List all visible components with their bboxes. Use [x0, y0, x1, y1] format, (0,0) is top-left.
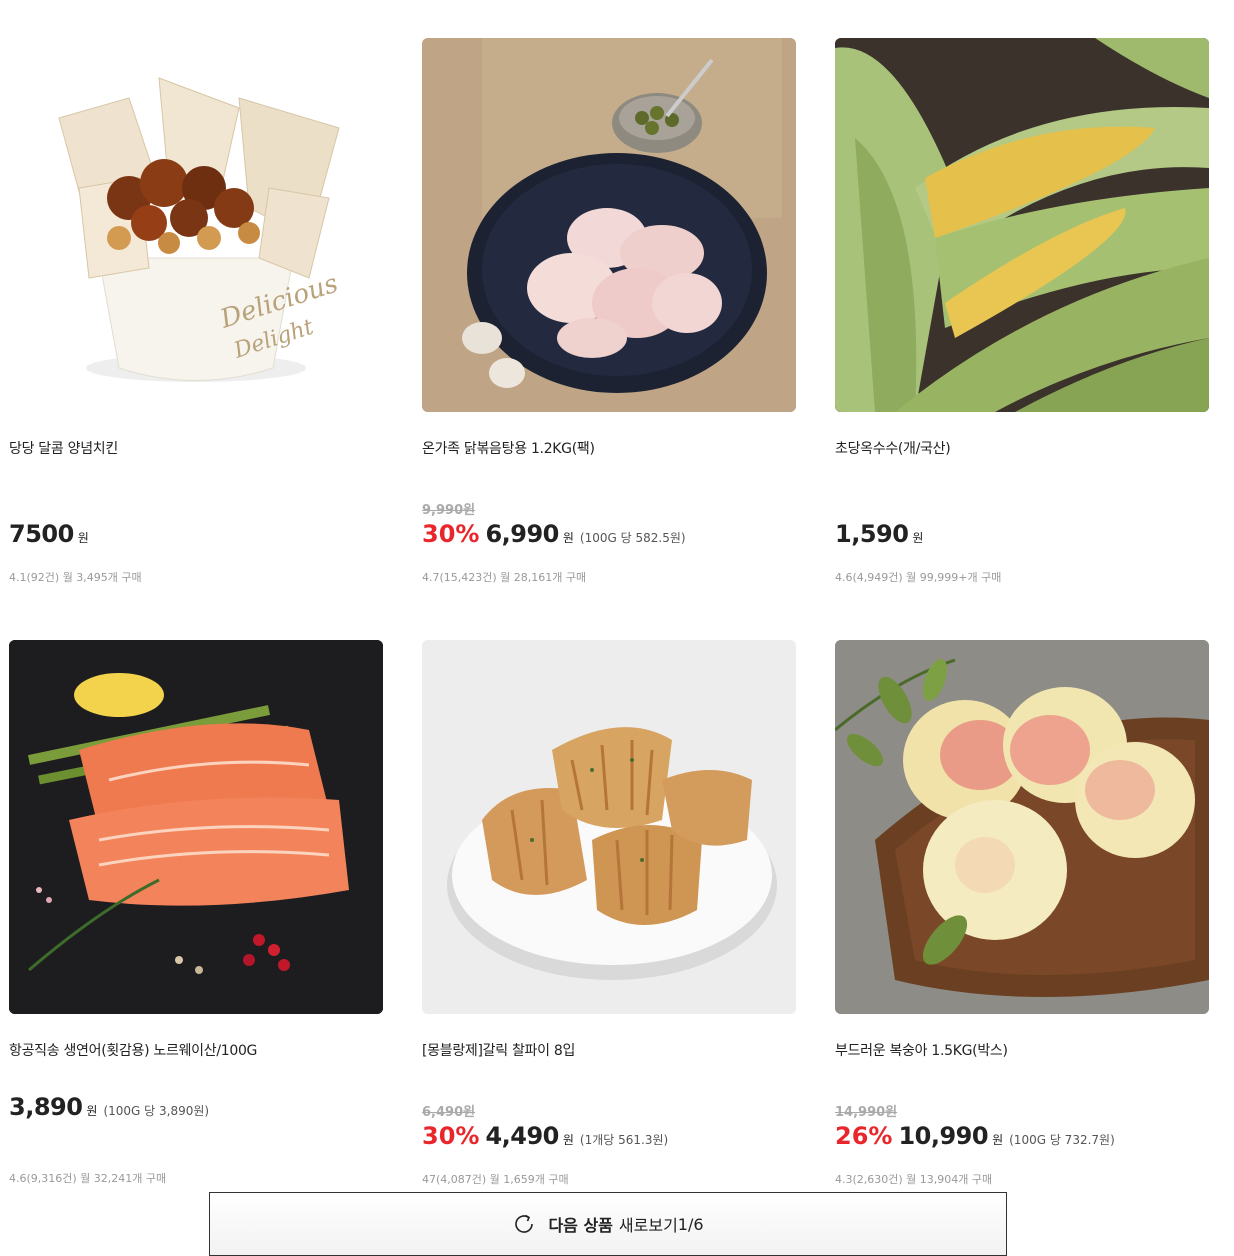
product-name[interactable]: [몽블랑제]갈릭 찰파이 8입 — [422, 1040, 575, 1060]
discount-rate: 30% — [422, 520, 480, 548]
currency: 원 — [562, 531, 574, 545]
product-card[interactable]: 부드러운 복숭아 1.5KG(박스) 14,990원 26% 10,990 원 … — [835, 640, 1209, 1186]
product-card[interactable]: 초당옥수수(개/국산) 1,590 원 4.6(4,949건) 월 99,999… — [835, 38, 1209, 584]
rating-purchase-info: 4.6(9,316건) 월 32,241개 구매 — [9, 1172, 167, 1185]
price: 4,490 — [485, 1122, 559, 1150]
product-name[interactable]: 항공직송 생연어(횟감용) 노르웨이산/100G — [9, 1040, 257, 1060]
price-row: 30% 6,990 원 (100G 당 582.5원) — [422, 520, 686, 548]
unit-price: (100G 당 582.5원) — [579, 531, 686, 545]
price: 7500 — [9, 520, 74, 548]
unit-price: (100G 당 3,890원) — [103, 1104, 210, 1118]
rating-purchase-info: 4.3(2,630건) 월 13,904개 구매 — [835, 1173, 993, 1186]
chicken-bucket-image[interactable]: Delicious Delight — [9, 38, 383, 412]
product-card[interactable]: 온가족 닭볶음탕용 1.2KG(팩) 9,990원 30% 6,990 원 (1… — [422, 38, 796, 584]
rating-purchase-info: 4.1(92건) 월 3,495개 구매 — [9, 571, 142, 584]
currency: 원 — [992, 1133, 1004, 1147]
original-price: 9,990원 — [422, 503, 476, 518]
next-products-label: 다음 상품 — [548, 1216, 613, 1235]
garlic-pie-image[interactable] — [422, 640, 796, 1014]
next-products-button[interactable]: 다음 상품 새로보기 1/6 — [209, 1192, 1007, 1256]
unit-price: (1개당 561.3원) — [579, 1133, 669, 1147]
peach-image[interactable] — [835, 640, 1209, 1014]
price: 3,890 — [9, 1093, 83, 1121]
price-row: 7500 원 — [9, 520, 89, 548]
price-row: 1,590 원 — [835, 520, 923, 548]
product-name[interactable]: 초당옥수수(개/국산) — [835, 438, 951, 458]
raw-chicken-bowl-image[interactable] — [422, 38, 796, 412]
unit-price: (100G 당 732.7원) — [1009, 1133, 1115, 1147]
salmon-image[interactable] — [9, 640, 383, 1014]
currency: 원 — [86, 1104, 98, 1118]
price-row: 26% 10,990 원 (100G 당 732.7원) — [835, 1122, 1115, 1150]
product-name[interactable]: 부드러운 복숭아 1.5KG(박스) — [835, 1040, 1008, 1060]
product-name[interactable]: 당당 달콤 양념치킨 — [9, 438, 118, 458]
corn-image[interactable] — [835, 38, 1209, 412]
price-row: 30% 4,490 원 (1개당 561.3원) — [422, 1122, 668, 1150]
discount-rate: 30% — [422, 1122, 480, 1150]
price: 1,590 — [835, 520, 909, 548]
refresh-label: 새로보기 — [618, 1216, 678, 1235]
rating-purchase-info: 47(4,087건) 월 1,659개 구매 — [422, 1173, 569, 1186]
original-price: 6,490원 — [422, 1105, 476, 1120]
currency: 원 — [77, 531, 89, 545]
price: 6,990 — [485, 520, 559, 548]
page-indicator: 1/6 — [677, 1214, 704, 1234]
rating-purchase-info: 4.7(15,423건) 월 28,161개 구매 — [422, 571, 587, 584]
currency: 원 — [912, 531, 924, 545]
price: 10,990 — [898, 1122, 989, 1150]
refresh-icon — [515, 1214, 534, 1233]
product-card[interactable]: [몽블랑제]갈릭 찰파이 8입 6,490원 30% 4,490 원 (1개당 … — [422, 640, 796, 1186]
currency: 원 — [562, 1133, 574, 1147]
product-name[interactable]: 온가족 닭볶음탕용 1.2KG(팩) — [422, 438, 595, 458]
rating-purchase-info: 4.6(4,949건) 월 99,999+개 구매 — [835, 571, 1002, 584]
original-price: 14,990원 — [835, 1105, 898, 1120]
product-card[interactable]: 항공직송 생연어(횟감용) 노르웨이산/100G 3,890 원 (100G 당… — [9, 640, 383, 1185]
price-row: 3,890 원 (100G 당 3,890원) — [9, 1093, 209, 1121]
discount-rate: 26% — [835, 1122, 893, 1150]
product-card[interactable]: Delicious Delight 당당 달콤 양념치킨 7500 원 4.1(… — [9, 38, 383, 584]
